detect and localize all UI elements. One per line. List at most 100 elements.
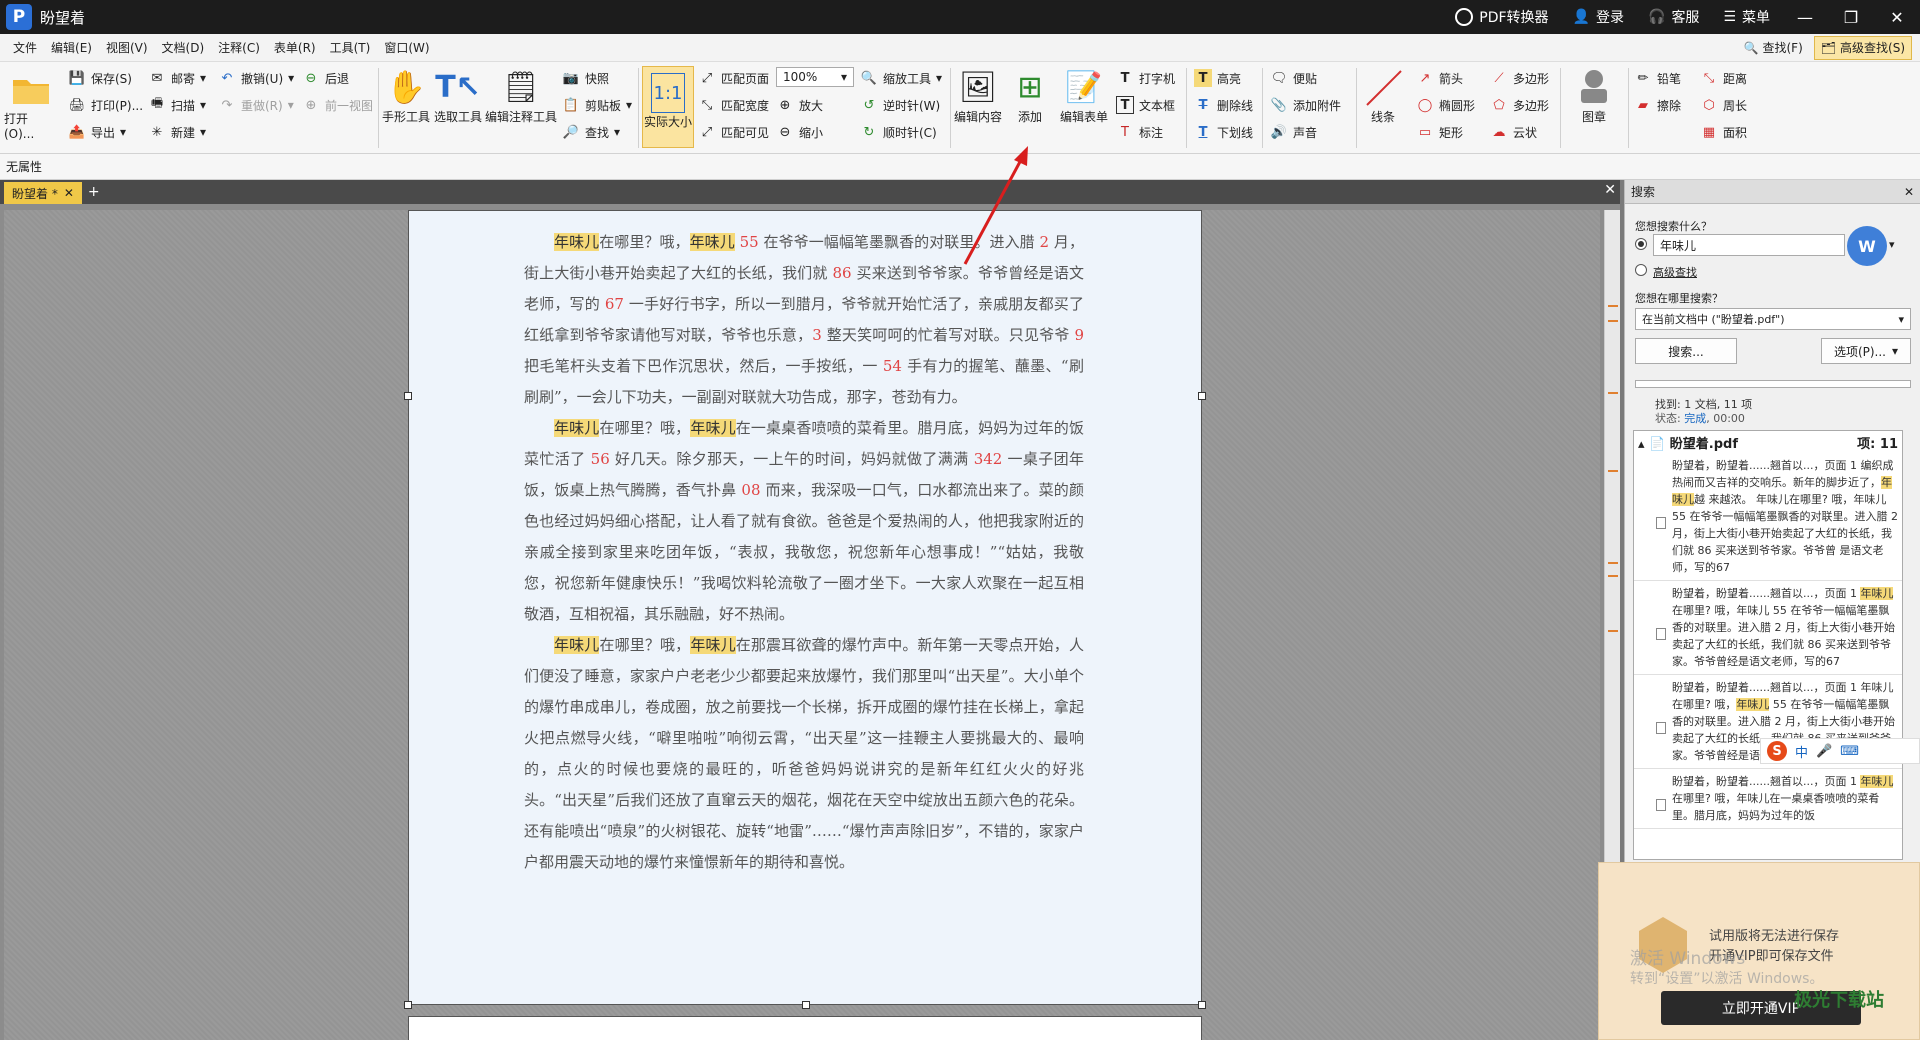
find-tool-button[interactable]: 🔎 查找 ▾ xyxy=(562,121,620,143)
maximize-button[interactable]: ❐ xyxy=(1828,0,1874,34)
polygon-line-button[interactable]: ⟋ 多边形 xyxy=(1490,67,1549,89)
menu-window[interactable]: 窗口(W) xyxy=(377,34,436,62)
fit-page-button[interactable]: ⤢ 匹配页面 xyxy=(698,67,769,89)
resize-handle[interactable] xyxy=(404,1001,412,1009)
chevron-down-icon[interactable]: ▾ xyxy=(1889,238,1895,251)
edit-content-button[interactable]: 🖼 编辑内容 xyxy=(952,66,1004,125)
distance-button[interactable]: ⤡ 距离 xyxy=(1700,67,1747,89)
callout-button[interactable]: T 标注 xyxy=(1116,121,1163,143)
perimeter-button[interactable]: ⬡ 周长 xyxy=(1700,94,1747,116)
forward-button[interactable]: ⊕ 前一视图 xyxy=(302,94,373,116)
search-result-item[interactable]: 盼望着，盼望着......翘首以...，页面 1 编织成热闹而又吉祥的交响乐。新… xyxy=(1634,453,1902,581)
resize-handle[interactable] xyxy=(1198,1001,1206,1009)
new-tab-icon[interactable]: + xyxy=(88,182,100,204)
tab-close-icon[interactable]: ✕ xyxy=(64,186,74,200)
menu-edit[interactable]: 编辑(E) xyxy=(44,34,99,62)
hand-tool-button[interactable]: ✋ 手形工具 xyxy=(380,66,432,125)
typewriter-button[interactable]: T 打字机 xyxy=(1116,67,1175,89)
search-submit-button[interactable]: 搜索... xyxy=(1635,338,1737,364)
zoom-out-icon: ⊖ xyxy=(779,124,791,140)
fit-width-icon: ⤡ xyxy=(701,97,713,113)
ime-toolbar[interactable]: S 中 🎤 ⌨ xyxy=(1760,738,1920,764)
menu-comment[interactable]: 注释(C) xyxy=(211,34,267,62)
search-options-button[interactable]: 选项(P)... ▾ xyxy=(1821,338,1911,364)
scan-button[interactable]: 🖷 扫描 ▾ xyxy=(148,94,206,116)
resize-handle[interactable] xyxy=(802,1001,810,1009)
rect-button[interactable]: ▭ 矩形 xyxy=(1416,121,1463,143)
resize-handle[interactable] xyxy=(404,392,412,400)
edit-form-button[interactable]: 📝 编辑表单 xyxy=(1056,66,1112,125)
snapshot-button[interactable]: 📷 快照 xyxy=(562,67,609,89)
advanced-find-button[interactable]: 🗂 高级查找(S) xyxy=(1813,35,1912,60)
area-button[interactable]: ▦ 面积 xyxy=(1700,121,1747,143)
menu-tools[interactable]: 工具(T) xyxy=(323,34,378,62)
close-document-icon[interactable]: ✕ xyxy=(1604,182,1616,198)
zoom-tool-button[interactable]: 🔍 缩放工具 ▾ xyxy=(860,67,942,89)
search-scope-select[interactable]: 在当前文档中 ("盼望着.pdf") ▾ xyxy=(1635,308,1911,330)
find-button[interactable]: 🔍 查找(F) xyxy=(1737,36,1810,60)
search-result-item[interactable]: 盼望着，盼望着......翘首以...，页面 1 年味儿在哪里? 哦，年味儿在一… xyxy=(1634,769,1902,829)
cloud-button[interactable]: ☁ 云状 xyxy=(1490,121,1538,143)
polygon-button[interactable]: ⬠ 多边形 xyxy=(1490,94,1549,116)
fit-visible-button[interactable]: ⤢ 匹配可见 xyxy=(698,121,769,143)
pdf-converter-button[interactable]: PDF转换器 xyxy=(1443,0,1560,34)
menu-form[interactable]: 表单(R) xyxy=(267,34,323,62)
sound-button[interactable]: 🔊 声音 xyxy=(1270,121,1317,143)
new-button[interactable]: ✳ 新建 ▾ xyxy=(148,121,207,143)
result-file-header[interactable]: ▴ 📄 盼望着.pdf 项: 11 xyxy=(1634,431,1902,453)
page-canvas[interactable]: 年味儿在哪里？哦，年味儿 55 在爷爷一幅幅笔墨飘香的对联里。进入腊 2 月，街… xyxy=(4,210,1600,1040)
zoom-select[interactable]: 100% ▾ xyxy=(776,67,854,87)
underline-button[interactable]: T 下划线 xyxy=(1194,121,1253,143)
document-tab[interactable]: 盼望着 * ✕ xyxy=(4,182,82,204)
search-result-item[interactable]: 盼望着，盼望着......翘首以...，页面 1 年味儿在哪里? 哦，年味儿 5… xyxy=(1634,581,1902,675)
redo-button[interactable]: ↷ 重做(R) ▾ xyxy=(218,94,294,116)
edit-annotation-tool-button[interactable]: 🗒 编辑注释工具 xyxy=(484,66,558,125)
attach-button[interactable]: 📎 添加附件 xyxy=(1270,94,1341,116)
add-button[interactable]: ⊞ 添加 xyxy=(1004,66,1056,125)
minimize-button[interactable]: — xyxy=(1782,0,1828,34)
advanced-search-radio[interactable] xyxy=(1635,264,1647,276)
clipboard-button[interactable]: 📋 剪贴板 ▾ xyxy=(562,94,632,116)
arrow-tool-button[interactable]: ↗ 箭头 xyxy=(1416,67,1463,89)
pdf-page[interactable]: 年味儿在哪里？哦，年味儿 55 在爷爷一幅幅笔墨飘香的对联里。进入腊 2 月，街… xyxy=(404,210,1206,1009)
open-button[interactable]: 打开(O)... xyxy=(4,68,58,141)
ellipse-label: 椭圆形 xyxy=(1439,98,1476,113)
eraser-button[interactable]: ▰ 擦除 xyxy=(1634,94,1681,116)
resize-handle[interactable] xyxy=(1198,392,1206,400)
ellipse-button[interactable]: ◯ 椭圆形 xyxy=(1416,94,1475,116)
pencil-button[interactable]: ✏ 铅笔 xyxy=(1634,67,1681,89)
actual-size-button[interactable]: 1:1 实际大小 xyxy=(642,66,694,148)
textbox-button[interactable]: T 文本框 xyxy=(1116,94,1175,116)
back-button[interactable]: ⊖ 后退 xyxy=(302,67,349,89)
menu-view[interactable]: 视图(V) xyxy=(99,34,155,62)
search-input[interactable]: 年味儿 xyxy=(1653,234,1845,256)
undo-button[interactable]: ↶ 撤销(U) ▾ xyxy=(218,67,295,89)
note-button[interactable]: 🗨 便贴 xyxy=(1270,67,1317,89)
basic-search-radio[interactable] xyxy=(1635,238,1647,250)
rotate-cw-button[interactable]: ↻ 顺时针(C) xyxy=(860,121,937,143)
line-button[interactable]: 线条 xyxy=(1360,66,1406,125)
zoom-out-button[interactable]: ⊖ 缩小 xyxy=(776,121,823,143)
next-pdf-page[interactable] xyxy=(408,1016,1202,1040)
menu-document[interactable]: 文档(D) xyxy=(155,34,212,62)
search-results-list[interactable]: ▴ 📄 盼望着.pdf 项: 11 盼望着，盼望着......翘首以...，页面 … xyxy=(1633,430,1903,860)
advanced-search-link[interactable]: 高级查找 xyxy=(1653,264,1697,280)
zoom-in-button[interactable]: ⊕ 放大 xyxy=(776,94,823,116)
translate-icon[interactable]: W xyxy=(1847,226,1887,266)
fit-width-button[interactable]: ⤡ 匹配宽度 xyxy=(698,94,769,116)
stamp-button[interactable]: 图章 xyxy=(1564,66,1624,125)
save-button[interactable]: 💾 保存(S) xyxy=(68,67,132,89)
login-button[interactable]: 👤 登录 xyxy=(1561,0,1636,34)
mail-button[interactable]: ✉ 邮寄 ▾ xyxy=(148,67,207,89)
close-window-button[interactable]: ✕ xyxy=(1874,0,1920,34)
close-icon[interactable]: ✕ xyxy=(1904,185,1914,199)
strikeout-button[interactable]: T 删除线 xyxy=(1194,94,1253,116)
menu-file[interactable]: 文件 xyxy=(6,34,44,62)
service-button[interactable]: 🎧 客服 xyxy=(1636,0,1711,34)
menu-button[interactable]: ☰ 菜单 xyxy=(1711,0,1782,34)
select-tool-button[interactable]: T↖ 选取工具 xyxy=(432,66,484,125)
rotate-ccw-button[interactable]: ↺ 逆时针(W) xyxy=(860,94,941,116)
print-button[interactable]: 🖨 打印(P)... xyxy=(68,94,143,116)
highlight-button[interactable]: T 高亮 xyxy=(1194,67,1241,89)
export-button[interactable]: 📤 导出 ▾ xyxy=(68,121,126,143)
